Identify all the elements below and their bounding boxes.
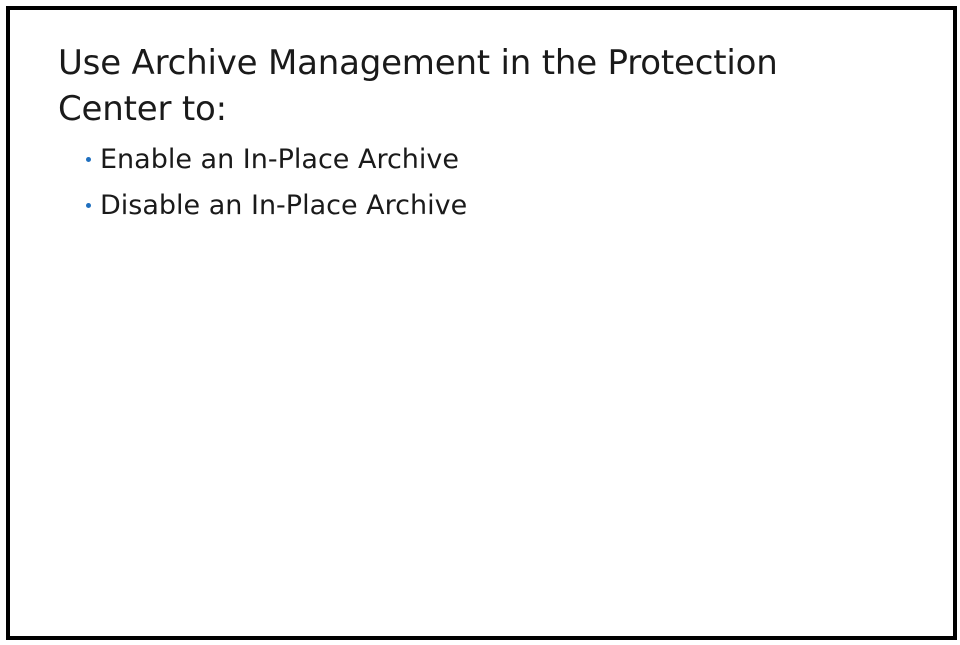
- bullet-text-disable: Disable an In-Place Archive: [100, 189, 468, 221]
- slide-content: Use Archive Management in the Protection…: [58, 40, 898, 228]
- list-item: Disable an In-Place Archive: [86, 182, 898, 228]
- slide-frame: Use Archive Management in the Protection…: [6, 6, 957, 640]
- list-item: Enable an In-Place Archive: [86, 136, 898, 182]
- bullet-dot-icon: [86, 202, 91, 208]
- bullet-list: Enable an In-Place Archive Disable an In…: [58, 136, 898, 228]
- bullet-text-enable: Enable an In-Place Archive: [100, 143, 460, 175]
- slide-heading: Use Archive Management in the Protection…: [58, 43, 778, 129]
- bullet-dot-icon: [86, 156, 91, 162]
